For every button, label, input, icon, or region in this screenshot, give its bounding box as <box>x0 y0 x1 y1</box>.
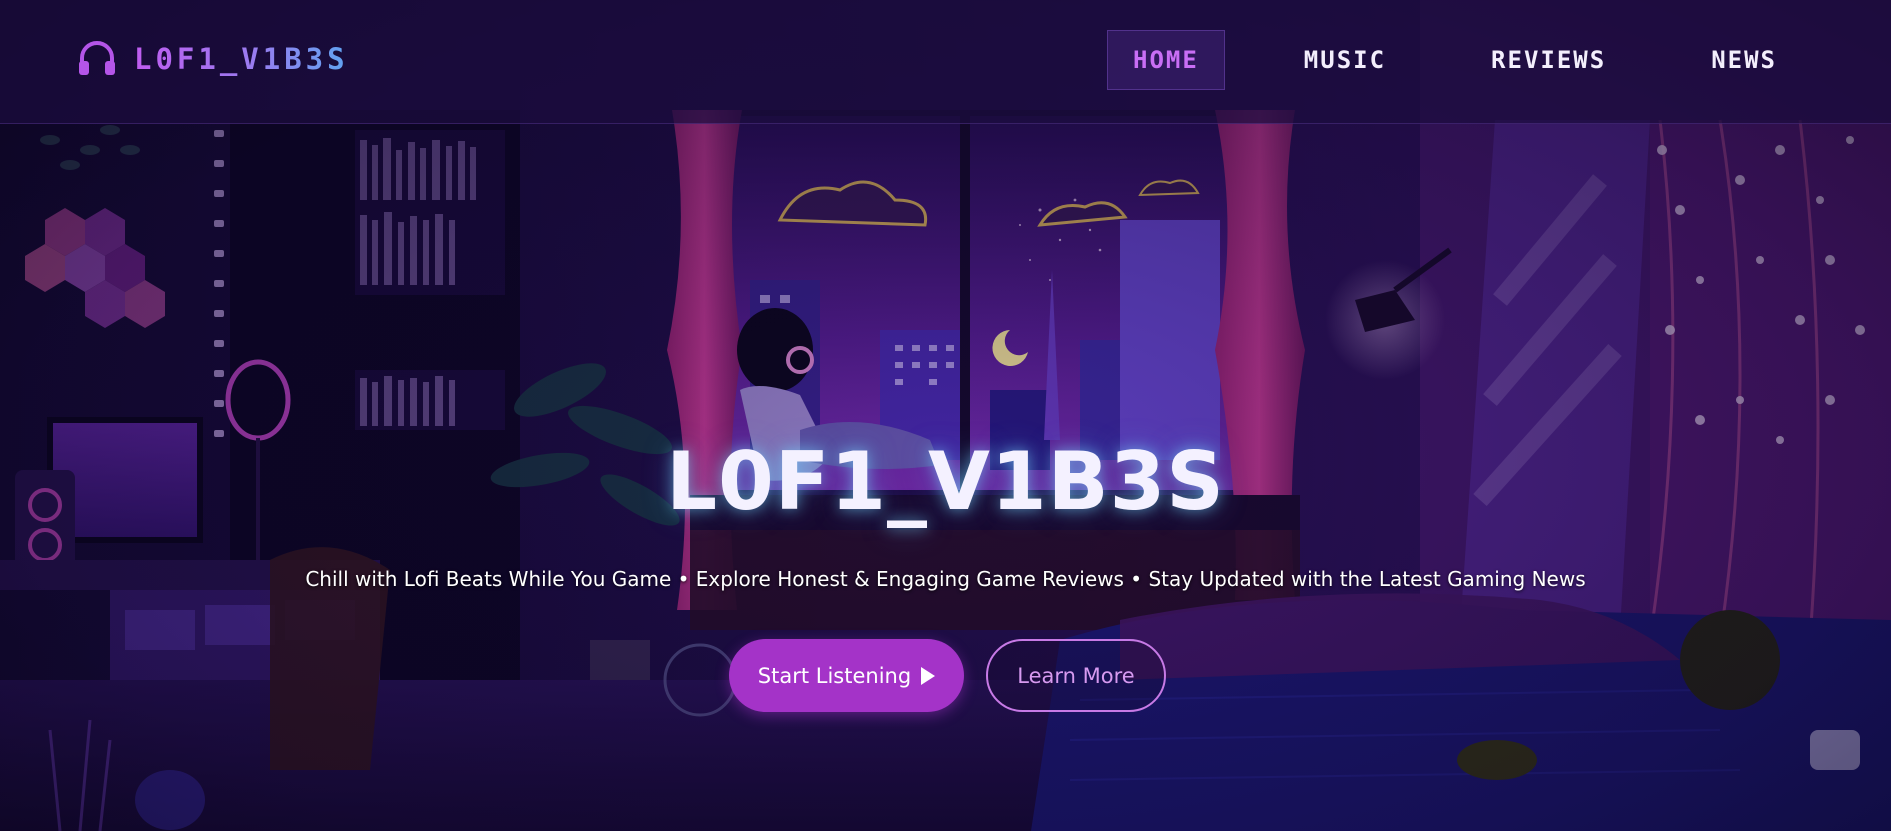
brand-logo-link[interactable]: L0F1_V1B3S <box>76 38 349 80</box>
start-listening-button[interactable]: Start Listening <box>729 639 964 712</box>
play-icon <box>921 666 936 685</box>
top-navbar: L0F1_V1B3S HOME MUSIC REVIEWS NEWS <box>0 0 1891 124</box>
hero-tagline: Chill with Lofi Beats While You Game • E… <box>305 567 1586 591</box>
hero-title: L0F1_V1B3S <box>666 435 1225 528</box>
hero-cta-group: Start Listening Learn More <box>729 639 1166 712</box>
nav-news[interactable]: NEWS <box>1685 30 1803 90</box>
start-listening-label: Start Listening <box>757 663 912 688</box>
nav-reviews[interactable]: REVIEWS <box>1465 30 1632 90</box>
nav-music[interactable]: MUSIC <box>1278 30 1412 90</box>
learn-more-button[interactable]: Learn More <box>986 639 1166 712</box>
learn-more-label: Learn More <box>1017 663 1135 688</box>
main-nav: HOME MUSIC REVIEWS NEWS <box>1107 30 1803 90</box>
nav-home[interactable]: HOME <box>1107 30 1225 90</box>
headphones-icon <box>79 41 115 75</box>
brand-name: L0F1_V1B3S <box>134 42 349 76</box>
